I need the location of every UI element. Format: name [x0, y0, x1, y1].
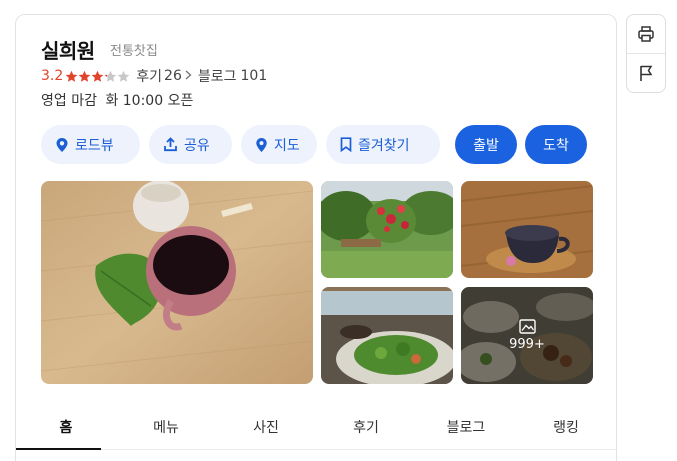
- more-photos-overlay[interactable]: 999+: [461, 287, 593, 384]
- photo-more[interactable]: 999+: [461, 287, 593, 384]
- map-label: 지도: [274, 137, 300, 154]
- place-tabs: 홈 메뉴 사진 후기 블로그 랭킹: [16, 405, 616, 450]
- next-open-time: 화 10:00 오픈: [105, 93, 194, 109]
- star-rating: [65, 70, 130, 83]
- blog-count[interactable]: 101: [241, 68, 268, 84]
- map-pin-icon: [256, 137, 267, 152]
- star-icon: [65, 70, 78, 82]
- reviews-count[interactable]: 26: [164, 68, 182, 84]
- side-toolbar: [626, 14, 666, 93]
- favorite-button[interactable]: 즐겨찾기: [326, 125, 440, 164]
- place-name: 실희원: [41, 39, 95, 63]
- photo-tea-cup-main[interactable]: [41, 181, 313, 384]
- action-bar: 로드뷰 공유 지도 즐겨찾기 출발 도착: [41, 125, 595, 164]
- bookmark-icon: [340, 137, 352, 152]
- star-icon: [78, 70, 91, 82]
- print-icon: [638, 26, 654, 42]
- business-status: 영업 마감: [41, 93, 97, 109]
- tab-menu[interactable]: 메뉴: [116, 405, 216, 449]
- share-icon: [164, 137, 177, 152]
- photo-garden[interactable]: [321, 181, 453, 278]
- roadview-button[interactable]: 로드뷰: [41, 125, 140, 164]
- place-card: 실희원 전통찻집 3.2 후기 26 블로그 101 영업 마감 화 10:00…: [15, 14, 617, 461]
- gallery-icon: [518, 319, 536, 334]
- rating-row: 3.2 후기 26 블로그 101: [41, 66, 267, 86]
- start-button[interactable]: 출발: [455, 125, 517, 164]
- star-icon: [104, 70, 117, 82]
- star-icon: [91, 70, 104, 82]
- rating-score: 3.2: [41, 68, 64, 84]
- flag-icon: [640, 65, 653, 81]
- tab-ranking[interactable]: 랭킹: [516, 405, 616, 449]
- place-category: 전통찻집: [110, 44, 158, 59]
- business-hours: 영업 마감 화 10:00 오픈: [41, 90, 193, 110]
- photo-salad[interactable]: [321, 287, 453, 384]
- more-photos-count: 999+: [509, 337, 545, 352]
- map-button[interactable]: 지도: [241, 125, 317, 164]
- roadview-pin-icon: [56, 137, 68, 152]
- reviews-link[interactable]: 후기: [136, 66, 162, 86]
- star-icon: [117, 70, 130, 82]
- photo-tea-cup[interactable]: [461, 181, 593, 278]
- chevron-right-icon: [185, 69, 192, 83]
- report-button[interactable]: [627, 53, 665, 92]
- share-button[interactable]: 공유: [149, 125, 232, 164]
- tab-home[interactable]: 홈: [16, 405, 116, 450]
- favorite-label: 즐겨찾기: [358, 137, 410, 154]
- tab-photos[interactable]: 사진: [216, 405, 316, 449]
- arrive-button[interactable]: 도착: [525, 125, 587, 164]
- blog-link[interactable]: 블로그: [198, 66, 237, 86]
- tab-blog[interactable]: 블로그: [416, 405, 516, 449]
- tab-reviews[interactable]: 후기: [316, 405, 416, 449]
- share-label: 공유: [184, 137, 210, 154]
- roadview-label: 로드뷰: [75, 137, 114, 154]
- print-button[interactable]: [627, 15, 665, 53]
